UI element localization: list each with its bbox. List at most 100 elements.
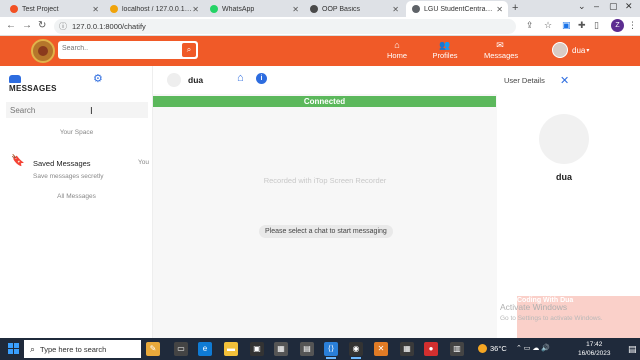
avatar: [552, 42, 568, 58]
taskbar-clock[interactable]: 17:42 16/06/2023: [578, 340, 611, 358]
chrome-icon[interactable]: ◉: [349, 342, 363, 359]
activate-windows-title: Activate Windows: [500, 302, 568, 312]
user-menu[interactable]: dua ▾: [552, 42, 589, 58]
nav-home[interactable]: ⌂ Home: [386, 40, 408, 60]
saved-messages-item[interactable]: 🔖 Saved Messages You Save messages secre…: [0, 151, 153, 185]
tab-label: localhost / 127.0.0.1 / admin: [122, 5, 192, 13]
extension-icon[interactable]: ▣: [562, 20, 571, 31]
browser-tab[interactable]: OOP Basics ✕: [304, 1, 404, 17]
nav-home-label: Home: [386, 51, 407, 60]
text-cursor-icon: I: [90, 106, 93, 117]
browser-tab-bar: Test Project ✕ localhost / 127.0.0.1 / a…: [0, 0, 640, 17]
search-icon[interactable]: ⌕: [182, 43, 196, 57]
app-icon[interactable]: ▦: [274, 342, 288, 356]
store-icon[interactable]: ▣: [250, 342, 264, 356]
new-tab-icon[interactable]: +: [512, 2, 518, 14]
your-space-label: Your Space: [59, 129, 94, 136]
app-header: ⌕ ⌂ Home 👥 Profiles ✉ Messages dua ▾: [0, 36, 640, 66]
info-icon[interactable]: i: [256, 73, 267, 84]
chat-contact-name[interactable]: dua: [188, 75, 203, 85]
header-search: ⌕: [58, 41, 198, 59]
close-window-icon[interactable]: ✕: [625, 1, 633, 12]
back-icon[interactable]: ←: [6, 20, 16, 31]
tab-close-icon[interactable]: ✕: [496, 5, 503, 14]
maximize-icon[interactable]: ▢: [609, 1, 618, 12]
details-user-name: dua: [555, 172, 572, 182]
sun-icon: [478, 344, 487, 353]
puzzle-icon[interactable]: ✚: [578, 20, 586, 31]
share-icon[interactable]: ⇪: [526, 20, 534, 31]
windows-taskbar: ⌕ Type here to search ✎ ▭ e ▬ ▣ ▦ ▤ ⟨⟩ ◉…: [0, 338, 640, 360]
tab-close-icon[interactable]: ✕: [292, 5, 299, 14]
notification-icon[interactable]: ▤: [628, 344, 637, 355]
tab-close-icon[interactable]: ✕: [392, 5, 399, 14]
bookmark-icon: 🔖: [11, 155, 25, 167]
chevron-down-icon: ▾: [586, 47, 590, 54]
user-details-panel: User Details ✕ dua Coding With Dua Activ…: [497, 66, 640, 338]
saved-messages-tag: You: [138, 159, 149, 166]
reload-icon[interactable]: ↻: [38, 20, 46, 31]
users-icon: 👥: [439, 40, 451, 50]
gear-icon[interactable]: ⚙: [93, 72, 103, 85]
folder-icon[interactable]: ▬: [224, 342, 238, 356]
tab-label: OOP Basics: [322, 5, 360, 13]
url-field[interactable]: ⓘ 127.0.0.1:8000/chatify: [54, 19, 516, 34]
browser-tab-active[interactable]: LGU StudentCentralHub ✕: [406, 1, 508, 17]
nav-messages-label: Messages: [484, 51, 519, 60]
url-text[interactable]: 127.0.0.1:8000/chatify: [72, 22, 146, 31]
chevron-down-icon[interactable]: ⌄: [578, 1, 586, 12]
info-circle-icon[interactable]: ⓘ: [59, 21, 67, 32]
nav-profiles[interactable]: 👥 Profiles: [432, 40, 458, 60]
app-icon[interactable]: ▥: [450, 342, 464, 356]
taskbar-app-icon[interactable]: ✎: [146, 342, 160, 356]
menu-dots-icon[interactable]: ⋮: [628, 20, 637, 31]
edge-icon[interactable]: e: [198, 342, 212, 356]
xampp-icon[interactable]: ✕: [374, 342, 388, 356]
close-icon[interactable]: ✕: [560, 74, 569, 87]
vscode-icon[interactable]: ⟨⟩: [324, 342, 338, 359]
sidebar-title: MESSAGES: [9, 84, 57, 93]
system-tray-icons[interactable]: ⌃ ▭ ☁ 🔊: [516, 344, 550, 352]
browser-profile-avatar[interactable]: Z: [611, 19, 624, 32]
tab-close-icon[interactable]: ✕: [192, 5, 199, 14]
recorder-icon[interactable]: ●: [424, 342, 438, 356]
avatar: [539, 114, 589, 164]
minimize-icon[interactable]: –: [594, 1, 599, 11]
browser-address-bar: ← → ↻ ⓘ 127.0.0.1:8000/chatify ⇪ ☆ ▣ ✚ ▯…: [0, 17, 640, 36]
sidepanel-icon[interactable]: ▯: [594, 20, 599, 31]
university-logo[interactable]: [31, 39, 55, 63]
tab-favicon-icon: [10, 5, 18, 13]
nav-messages[interactable]: ✉ Messages: [484, 40, 519, 60]
all-messages-label: All Messages: [57, 193, 96, 200]
windows-start-icon[interactable]: [8, 343, 20, 355]
tab-favicon-icon: [210, 5, 218, 13]
tab-label: LGU StudentCentralHub: [424, 5, 494, 13]
messages-icon: [9, 75, 21, 83]
weather-widget[interactable]: 36°C: [478, 344, 507, 353]
task-view-icon[interactable]: ▭: [174, 342, 188, 356]
avatar[interactable]: [167, 73, 181, 87]
tab-close-icon[interactable]: ✕: [92, 5, 99, 14]
forward-icon[interactable]: →: [22, 20, 32, 31]
clock-time: 17:42: [586, 341, 603, 348]
taskbar-search[interactable]: ⌕ Type here to search: [24, 340, 141, 358]
search-input[interactable]: [6, 102, 148, 118]
home-icon[interactable]: ⌂: [237, 72, 244, 84]
tab-label: WhatsApp: [222, 5, 255, 13]
browser-tab[interactable]: localhost / 127.0.0.1 / admin ✕: [104, 1, 204, 17]
tab-favicon-icon: [412, 5, 420, 13]
browser-tab[interactable]: Test Project ✕: [4, 1, 104, 17]
app-icon[interactable]: ▤: [300, 342, 314, 356]
activate-windows-subtitle: Go to Settings to activate Windows.: [500, 315, 603, 322]
tab-favicon-icon: [110, 5, 118, 13]
app-icon[interactable]: ▦: [400, 342, 414, 356]
chat-header: dua ⌂ i: [153, 66, 497, 94]
search-icon: ⌕: [30, 343, 36, 354]
saved-messages-subtitle: Save messages secretly: [33, 173, 104, 180]
user-menu-name: dua: [572, 45, 586, 55]
tab-label: Test Project: [22, 5, 59, 13]
browser-tab[interactable]: WhatsApp ✕: [204, 1, 304, 17]
messages-icon: ✉: [496, 40, 504, 50]
bookmark-star-icon[interactable]: ☆: [544, 20, 552, 31]
header-search-input[interactable]: [62, 45, 172, 52]
